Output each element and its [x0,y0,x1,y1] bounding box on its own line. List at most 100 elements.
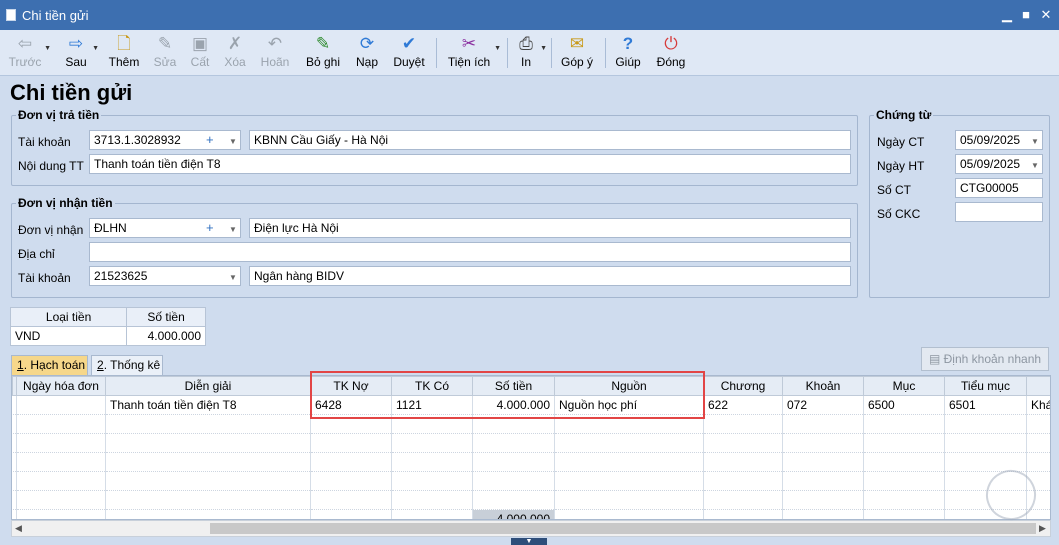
minimize-button[interactable]: ▁ [998,6,1016,24]
grid-cell[interactable]: Khá [1026,395,1050,415]
ckc-number-input[interactable] [955,202,1043,222]
next-button[interactable]: ⇨ Sau ▼ [62,33,99,73]
grid-cell[interactable] [554,471,704,491]
undo-button[interactable]: ↶ Hoãn [259,33,291,73]
payee-unit-combo[interactable]: ĐLHN + ▼ [89,218,241,238]
add-plus-icon[interactable]: + [206,133,214,147]
grid-cell[interactable] [105,433,311,453]
grid-cell[interactable] [554,452,704,472]
help-button[interactable]: ? Giúp [613,33,643,73]
grid-cell[interactable] [105,471,311,491]
grid-cell[interactable] [703,433,783,453]
grid-cell[interactable] [391,471,473,491]
grid-cell[interactable] [472,490,555,510]
voucher-date-picker[interactable]: 05/09/2025 ▼ [955,130,1043,150]
grid-cell[interactable] [310,490,392,510]
grid-cell[interactable] [863,414,945,434]
grid-cell[interactable]: 622 [703,395,783,415]
grid-cell[interactable] [944,452,1027,472]
scroll-right-icon[interactable]: ▶ [1039,523,1046,534]
grid-cell[interactable] [16,490,106,510]
grid-cell[interactable] [16,395,106,415]
currency-type-cell[interactable]: VND [9,326,128,346]
voucher-number-input[interactable]: CTG00005 [955,178,1043,198]
scroll-thumb[interactable] [210,523,1036,534]
payee-bank-name[interactable]: Ngân hàng BIDV [249,266,851,286]
chevron-down-icon[interactable]: ▼ [44,45,51,52]
prev-button[interactable]: ⇦ Trước ▼ [8,33,51,73]
grid-header-cell[interactable]: Chương [703,376,783,396]
grid-cell[interactable] [703,414,783,434]
grid-cell[interactable] [16,452,106,472]
quick-entry-button[interactable]: ▤ Định khoản nhanh [921,347,1049,371]
delete-button[interactable]: ✗ Xóa [222,33,248,73]
payer-account-combo[interactable]: 3713.1.3028932 + ▼ [89,130,241,150]
reload-button[interactable]: ⟳ Nạp [354,33,380,73]
grid-cell[interactable] [16,433,106,453]
grid-cell[interactable] [782,414,864,434]
posting-date-picker[interactable]: 05/09/2025 ▼ [955,154,1043,174]
chevron-down-icon[interactable]: ▼ [229,137,237,146]
grid-cell[interactable] [554,433,704,453]
unpost-button[interactable]: ✎ Bỏ ghi [304,33,342,73]
grid-cell[interactable] [1026,452,1050,472]
grid-cell[interactable] [16,414,106,434]
grid-cell[interactable] [310,433,392,453]
splitter-grip-icon[interactable]: ▼ [511,538,547,545]
add-button[interactable]: 🗋 Thêm [107,33,141,73]
grid-cell[interactable] [310,452,392,472]
table-row[interactable] [12,471,1050,491]
grid-cell[interactable]: 6500 [863,395,945,415]
tab-statistics[interactable]: 2. Thống kê [91,355,163,375]
grid-cell[interactable] [863,452,945,472]
approve-button[interactable]: ✔ Duyệt [392,33,426,73]
print-button[interactable]: ⎙ In ▼ [514,33,547,73]
grid-cell[interactable] [472,433,555,453]
currency-amount-cell[interactable]: 4.000.000 [126,326,206,346]
grid-cell[interactable] [782,471,864,491]
table-row[interactable] [12,490,1050,510]
grid-cell[interactable] [944,433,1027,453]
grid-cell[interactable] [782,452,864,472]
grid-cell[interactable] [944,414,1027,434]
grid-header-cell[interactable] [1026,376,1050,396]
grid-cell[interactable] [703,471,783,491]
grid-cell[interactable] [703,452,783,472]
grid-cell[interactable] [703,490,783,510]
horizontal-scrollbar[interactable]: ◀ ▶ [11,520,1051,537]
close-window-button[interactable]: ✕ [1037,6,1055,24]
grid-cell[interactable] [863,490,945,510]
chevron-down-icon[interactable]: ▼ [540,45,547,52]
scroll-left-icon[interactable]: ◀ [15,523,22,534]
grid-cell[interactable] [391,452,473,472]
payee-unit-name[interactable]: Điện lực Hà Nội [249,218,851,238]
grid-header-cell[interactable]: Tiểu mục [944,376,1027,396]
chevron-down-icon[interactable]: ▼ [92,45,99,52]
chevron-down-icon[interactable]: ▼ [229,273,237,282]
chevron-down-icon[interactable]: ▼ [494,45,501,52]
grid-cell[interactable] [1026,414,1050,434]
grid-cell[interactable] [782,433,864,453]
grid-cell[interactable]: 6501 [944,395,1027,415]
edit-button[interactable]: ✎ Sửa [152,33,178,73]
grid-cell[interactable] [391,490,473,510]
grid-cell[interactable]: 072 [782,395,864,415]
address-input[interactable] [89,242,851,262]
grid-cell[interactable] [310,471,392,491]
chevron-down-icon[interactable]: ▼ [229,225,237,234]
tab-accounting[interactable]: 1. Hạch toán [11,355,88,375]
chevron-down-icon[interactable]: ▼ [1031,161,1039,170]
table-row[interactable] [12,433,1050,453]
utilities-button[interactable]: ✂ Tiện ích ▼ [446,33,501,73]
maximize-button[interactable]: ■ [1017,6,1035,24]
save-button[interactable]: ▣ Cất [188,33,212,73]
payee-account-combo[interactable]: 21523625 ▼ [89,266,241,286]
payment-content-input[interactable]: Thanh toán tiền điện T8 [89,154,851,174]
grid-cell[interactable] [105,490,311,510]
grid-cell[interactable] [472,471,555,491]
grid-cell[interactable] [391,433,473,453]
grid-cell[interactable] [105,452,311,472]
grid-cell[interactable]: Thanh toán tiền điện T8 [105,395,311,415]
grid-cell[interactable] [16,471,106,491]
grid-header-cell[interactable]: Khoản [782,376,864,396]
